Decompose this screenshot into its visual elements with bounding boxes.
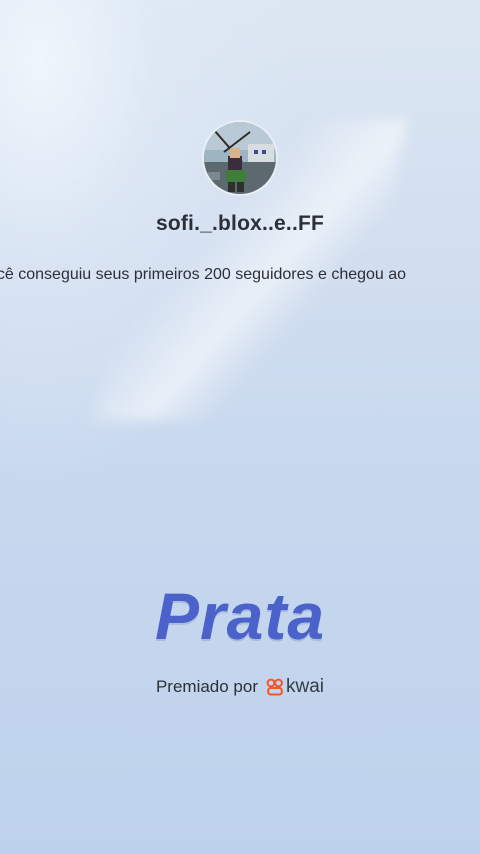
kwai-brand-text: kwai [286,676,325,697]
kwai-logo-icon [266,678,283,696]
kwai-logo: kwai [266,676,324,698]
award-screen: sofi._.blox..e..FF ocê conseguiu seus pr… [0,0,480,854]
award-tier-title: Prata [154,579,326,653]
avatar-image [204,122,276,194]
awarded-by-label: Premiado por [155,677,259,696]
profile-avatar[interactable] [204,122,276,194]
achievement-message: ocê conseguiu seus primeiros 200 seguido… [0,266,407,283]
username: sofi._.blox..e..FF [155,212,325,235]
awarded-by-row: Premiado por kwai [0,676,480,698]
